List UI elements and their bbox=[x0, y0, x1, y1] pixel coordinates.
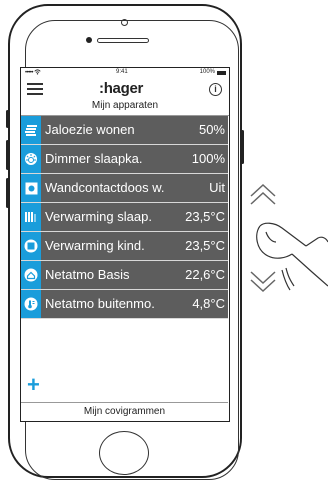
device-value: 22,6°C bbox=[185, 267, 225, 282]
earpiece-speaker bbox=[97, 38, 149, 43]
device-name: Dimmer slaapka. bbox=[45, 151, 143, 166]
hamburger-icon[interactable] bbox=[27, 83, 43, 98]
device-row[interactable]: Dimmer slaapka. 100% bbox=[21, 145, 228, 174]
footer-title: Mijn covigrammen bbox=[83, 406, 166, 417]
hager-logo: :hager bbox=[99, 80, 144, 97]
heating-box-icon bbox=[21, 232, 41, 260]
status-time: 9:41 bbox=[116, 69, 128, 75]
battery-percent: 100% bbox=[199, 69, 215, 75]
info-icon[interactable]: i bbox=[209, 83, 222, 96]
swipe-gesture-illustration bbox=[250, 183, 328, 293]
thermometer-icon bbox=[21, 290, 41, 318]
app-screen: ••••• 9:41 100% :hager i Mijn apparaten … bbox=[20, 67, 230, 422]
device-name: Verwarming slaap. bbox=[45, 209, 152, 224]
signal-indicator: ••••• bbox=[25, 69, 41, 76]
device-value: 4,8°C bbox=[192, 296, 225, 311]
house-icon bbox=[21, 261, 41, 289]
device-row[interactable]: Netatmo Basis 22,6°C bbox=[21, 261, 228, 290]
section-title: Mijn apparaten bbox=[21, 98, 229, 116]
power-button bbox=[241, 130, 244, 164]
device-value: 23,5°C bbox=[185, 238, 225, 253]
app-header: :hager i bbox=[21, 80, 229, 98]
device-row[interactable]: Wandcontactdoos w. Uit bbox=[21, 174, 228, 203]
device-list: Jaloezie wonen 50% Dimmer slaapka. 100% … bbox=[21, 116, 228, 319]
chevron-up-icon bbox=[250, 183, 276, 205]
pointing-finger-icon bbox=[256, 222, 328, 291]
divider bbox=[21, 402, 228, 403]
battery-icon bbox=[217, 71, 226, 75]
volume-up-button bbox=[6, 140, 9, 170]
home-button[interactable] bbox=[99, 431, 149, 475]
device-row[interactable]: Netatmo buitenmo. 4,8°C bbox=[21, 290, 228, 319]
device-name: Jaloezie wonen bbox=[45, 122, 135, 137]
blinds-icon bbox=[21, 116, 41, 144]
device-row[interactable]: Jaloezie wonen 50% bbox=[21, 116, 228, 145]
status-bar: ••••• 9:41 100% bbox=[21, 68, 229, 80]
mute-switch bbox=[6, 110, 9, 128]
device-name: Verwarming kind. bbox=[45, 238, 145, 253]
volume-down-button bbox=[6, 178, 9, 208]
device-value: 50% bbox=[198, 122, 225, 137]
device-name: Netatmo buitenmo. bbox=[45, 296, 155, 311]
device-value: 23,5°C bbox=[185, 209, 225, 224]
wifi-icon bbox=[34, 69, 41, 75]
chevron-down-icon bbox=[250, 271, 276, 293]
device-value: 100% bbox=[191, 151, 225, 166]
device-name: Netatmo Basis bbox=[45, 267, 130, 282]
add-device-button[interactable]: + bbox=[27, 374, 40, 396]
front-camera bbox=[86, 37, 92, 43]
device-name: Wandcontactdoos w. bbox=[45, 180, 165, 195]
device-value: Uit bbox=[209, 180, 225, 195]
dimmer-icon bbox=[21, 145, 41, 173]
proximity-sensor bbox=[121, 19, 128, 26]
device-row[interactable]: Verwarming slaap. 23,5°C bbox=[21, 203, 228, 232]
heating-icon bbox=[21, 203, 41, 231]
socket-icon bbox=[21, 174, 41, 202]
device-row[interactable]: Verwarming kind. 23,5°C bbox=[21, 232, 228, 261]
